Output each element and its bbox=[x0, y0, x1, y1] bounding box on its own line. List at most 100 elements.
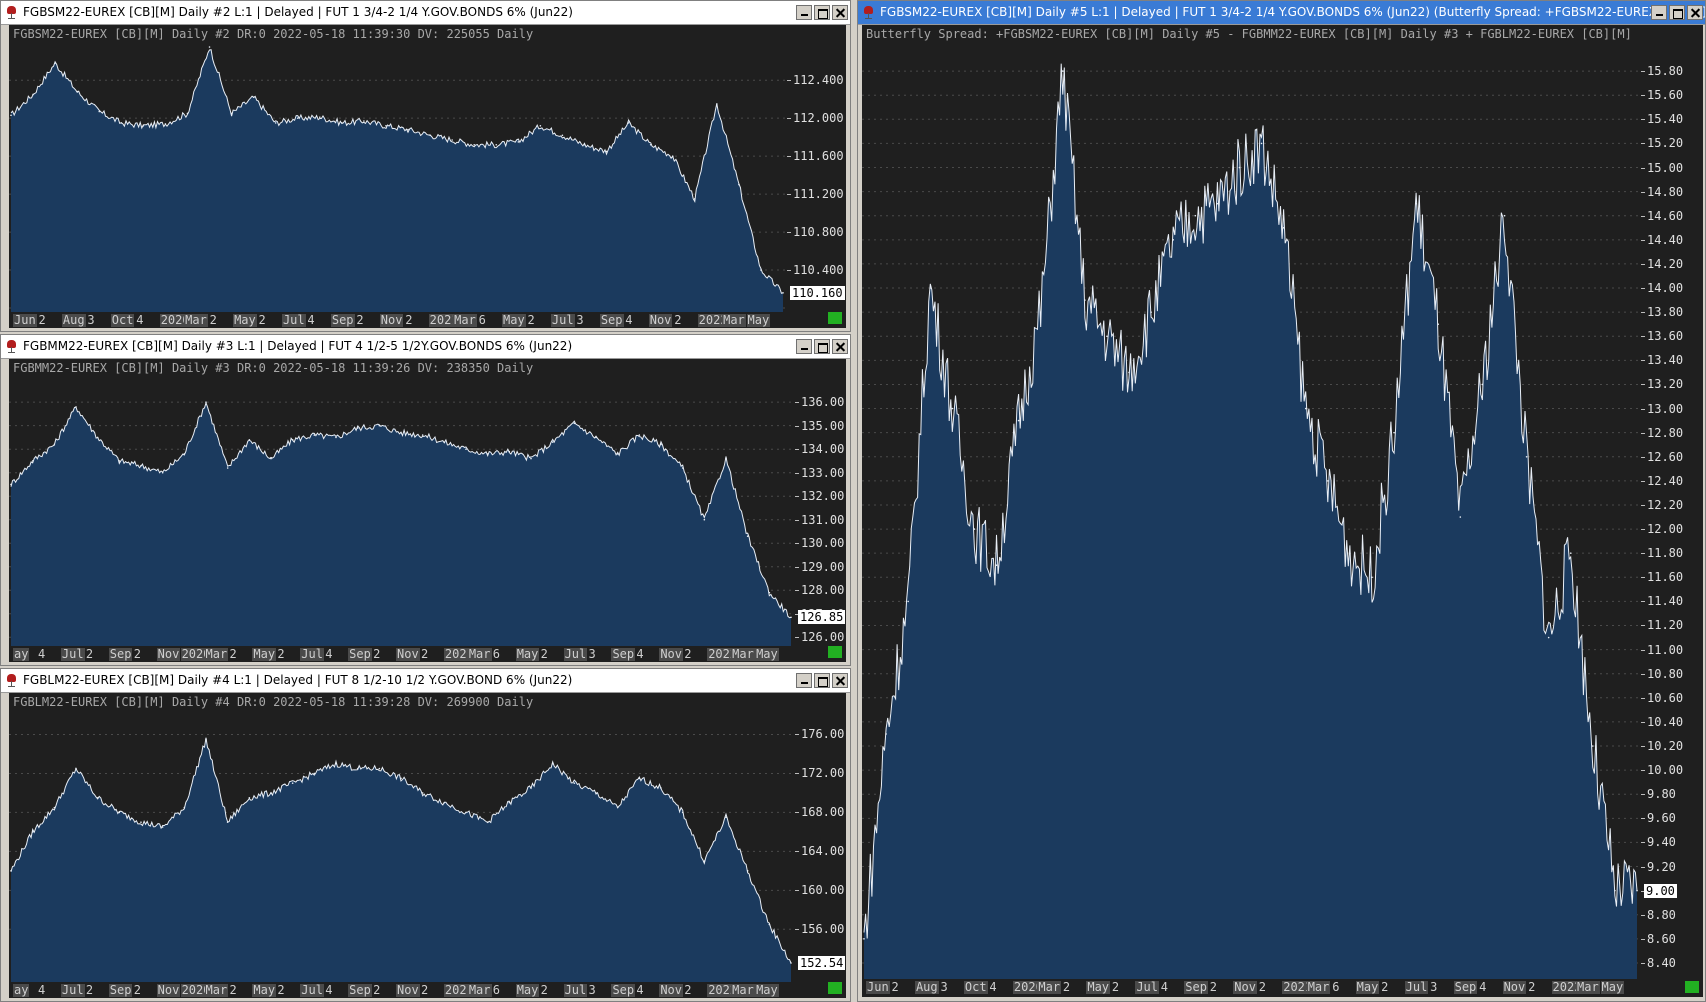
window-titlebar[interactable]: FGBLM22-EUREX [CB][M] Daily #4 L:1 | Del… bbox=[1, 669, 850, 693]
window-titlebar[interactable]: FGBSM22-EUREX [CB][M] Daily #5 L:1 | Del… bbox=[858, 1, 1705, 25]
plot-area[interactable]: FGBMM22-EUREX [CB][M] Daily #3 DR:0 2022… bbox=[9, 359, 795, 646]
time-axis[interactable]: ay 4 Jul 2 Sep 2 Nov 2020 Mar 2 May 2 Jul 4 Sep 2 Nov 2 20… bbox=[9, 646, 795, 662]
y-tick-label: 112.400 bbox=[787, 73, 844, 88]
y-tick-label: 12.60 bbox=[1640, 449, 1684, 464]
plot-area[interactable]: FGBLM22-EUREX [CB][M] Daily #4 DR:0 2022… bbox=[9, 693, 795, 982]
data-point bbox=[703, 518, 706, 521]
data-point bbox=[378, 424, 381, 427]
last-price-label: 126.85 bbox=[798, 610, 846, 625]
x-tick-label: Mar bbox=[204, 647, 229, 661]
price-axis[interactable]: 176.00 172.00 168.00 164.00 160.00 156.00 152.… bbox=[794, 693, 846, 982]
data-point bbox=[790, 962, 792, 964]
x-tick-label: Nov bbox=[396, 647, 420, 661]
chart-window-butterfly[interactable]: FGBSM22-EUREX [CB][M] Daily #5 L:1 | Del… bbox=[857, 0, 1706, 1002]
data-point bbox=[183, 806, 186, 809]
data-point bbox=[725, 816, 727, 819]
data-point bbox=[638, 434, 641, 436]
data-point bbox=[782, 292, 784, 294]
maximize-button[interactable] bbox=[1669, 5, 1685, 20]
data-point bbox=[378, 767, 381, 770]
time-axis[interactable]: Jun 2 Aug 3 Oct 4 2020 Mar 2 May 2 Jul 4 Sep 2 Nov 2 2021… bbox=[862, 979, 1641, 997]
x-tick-label: Mar bbox=[204, 983, 229, 997]
data-point bbox=[703, 860, 706, 862]
y-tick-label: 14.40 bbox=[1640, 232, 1684, 247]
data-point bbox=[973, 528, 976, 530]
y-tick-label: 132.00 bbox=[794, 489, 845, 504]
data-point bbox=[486, 453, 489, 455]
data-point bbox=[660, 443, 662, 446]
data-point bbox=[161, 826, 164, 828]
last-price-label: 152.54 bbox=[798, 955, 846, 970]
data-point bbox=[716, 103, 718, 105]
data-point bbox=[291, 438, 294, 441]
y-tick-label: 11.60 bbox=[1640, 570, 1684, 585]
y-tick-label: 126.00 bbox=[794, 630, 845, 645]
data-point bbox=[605, 150, 608, 153]
close-button[interactable] bbox=[1687, 5, 1703, 20]
x-tick-label: 2 bbox=[540, 647, 548, 661]
chart-window-fgbm[interactable]: FGBMM22-EUREX [CB][M] Daily #3 L:1 | Del… bbox=[0, 334, 851, 666]
data-point bbox=[1592, 745, 1594, 747]
data-point bbox=[495, 143, 498, 146]
data-point bbox=[1349, 552, 1351, 554]
price-axis[interactable]: 112.400 112.000 111.600 111.200 110.800 110.4… bbox=[787, 25, 846, 312]
maximize-button[interactable] bbox=[814, 5, 830, 20]
y-tick-label: 12.80 bbox=[1640, 425, 1684, 440]
x-tick-label: 4 bbox=[325, 983, 333, 997]
window-title: FGBSM22-EUREX [CB][M] Daily #2 L:1 | Del… bbox=[23, 5, 573, 19]
data-point bbox=[296, 117, 299, 119]
time-axis[interactable]: Jun 2 Aug 3 Oct 4 2020 Mar 2 May 2 Jul 4 Sep 2 Nov 2 2021… bbox=[9, 312, 787, 328]
data-point bbox=[530, 787, 532, 789]
price-area-fill bbox=[11, 402, 791, 646]
x-tick-label: ay bbox=[13, 983, 30, 997]
last-price-label: 9.00 bbox=[1644, 883, 1677, 898]
data-point bbox=[1282, 226, 1285, 229]
x-tick-label: 2 bbox=[209, 313, 217, 327]
x-tick-label: 4 bbox=[989, 980, 997, 994]
x-tick-label: May bbox=[746, 313, 771, 327]
close-button[interactable] bbox=[832, 5, 848, 20]
minimize-button[interactable] bbox=[796, 5, 812, 20]
data-point bbox=[32, 93, 34, 96]
x-tick-label: Mar bbox=[731, 983, 755, 997]
chart-window-fgbl[interactable]: FGBLM22-EUREX [CB][M] Daily #4 L:1 | Del… bbox=[0, 668, 851, 1002]
x-tick-label: 2 bbox=[1381, 980, 1389, 994]
wine-glass-icon bbox=[7, 674, 16, 687]
data-point bbox=[1238, 166, 1241, 169]
x-tick-label: May bbox=[1355, 980, 1380, 994]
x-tick-label: Mar bbox=[1576, 980, 1600, 994]
window-titlebar[interactable]: FGBMM22-EUREX [CB][M] Daily #3 L:1 | Del… bbox=[1, 335, 850, 359]
window-titlebar[interactable]: FGBSM22-EUREX [CB][M] Daily #2 L:1 | Del… bbox=[1, 1, 850, 25]
close-button[interactable] bbox=[832, 673, 848, 688]
y-tick-label: 11.80 bbox=[1640, 546, 1684, 561]
data-point bbox=[746, 870, 749, 872]
y-tick-label: 9.60 bbox=[1641, 811, 1676, 826]
x-tick-label: 2 bbox=[373, 983, 381, 997]
minimize-button[interactable] bbox=[1651, 5, 1667, 20]
wine-glass-icon bbox=[7, 340, 16, 353]
y-tick-label: 9.80 bbox=[1641, 787, 1676, 802]
chart-window-fgbs[interactable]: FGBSM22-EUREX [CB][M] Daily #2 L:1 | Del… bbox=[0, 0, 851, 332]
close-button[interactable] bbox=[832, 339, 848, 354]
price-axis[interactable]: 136.00 135.00 134.00 133.00 132.00 131.00 130.… bbox=[794, 359, 846, 646]
x-tick-label: Jul bbox=[281, 313, 306, 327]
x-tick-label: 2 bbox=[684, 647, 692, 661]
y-tick-label: 11.20 bbox=[1640, 618, 1684, 633]
y-tick-label: 176.00 bbox=[794, 727, 845, 742]
time-axis[interactable]: ay 4 Jul 2 Sep 2 Nov 2020 Mar 2 May 2 Jul 4 Sep 2 Nov 2 20… bbox=[9, 982, 795, 998]
plot-area[interactable]: Butterfly Spread: +FGBSM22-EUREX [CB][M]… bbox=[862, 25, 1641, 979]
data-point bbox=[248, 796, 251, 799]
maximize-button[interactable] bbox=[814, 673, 830, 688]
x-tick-label: Nov bbox=[659, 983, 683, 997]
minimize-button[interactable] bbox=[796, 339, 812, 354]
maximize-button[interactable] bbox=[814, 339, 830, 354]
x-tick-label: 2 bbox=[85, 647, 94, 661]
x-tick-label: 4 bbox=[625, 313, 633, 327]
price-axis[interactable]: 15.80 15.60 15.40 15.20 15.00 14.80 14.60 14.40… bbox=[1640, 25, 1703, 979]
y-tick-label: 15.20 bbox=[1640, 136, 1684, 151]
x-tick-label: Nov bbox=[659, 647, 683, 661]
plot-area[interactable]: FGBSM22-EUREX [CB][M] Daily #2 DR:0 2022… bbox=[9, 25, 787, 312]
minimize-button[interactable] bbox=[796, 673, 812, 688]
x-tick-label: Mar bbox=[731, 647, 755, 661]
price-chart-svg bbox=[862, 63, 1641, 979]
